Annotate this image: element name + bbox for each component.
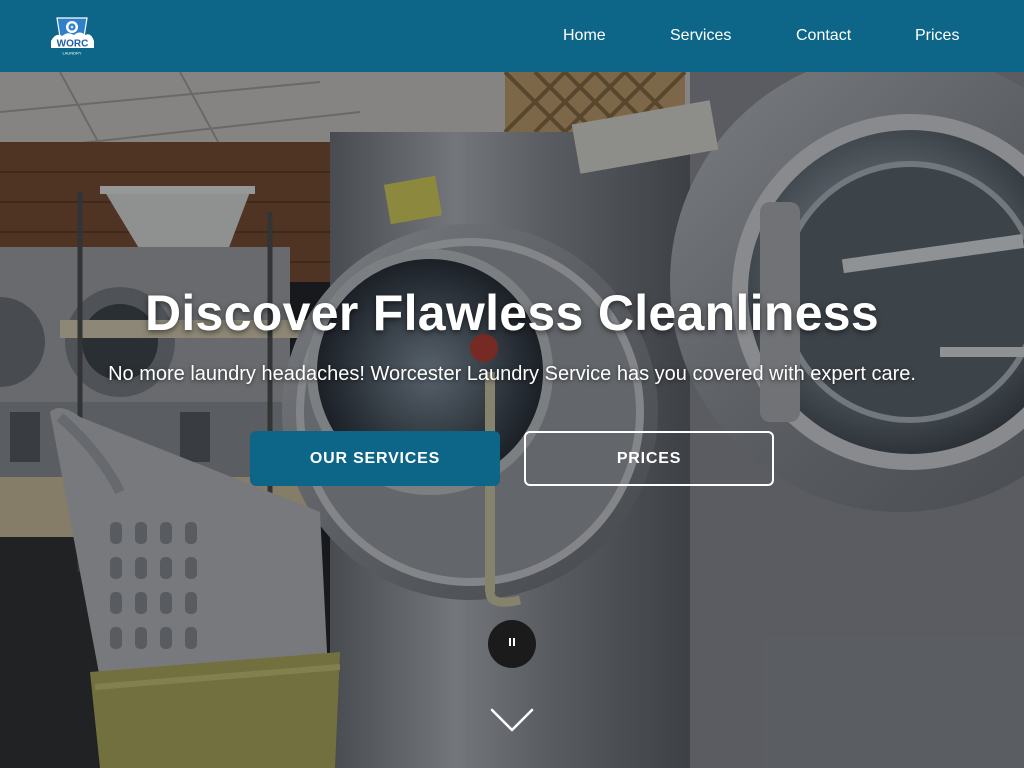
svg-text:WORC: WORC (57, 39, 89, 50)
pause-icon (509, 638, 511, 646)
svg-text:LAUNDRY: LAUNDRY (62, 51, 81, 56)
worc-laundry-logo[interactable]: WORC LAUNDRY (48, 15, 96, 57)
site-header: WORC LAUNDRY Home Services Contact Price… (0, 0, 1024, 72)
hero-headline: Discover Flawless Cleanliness (144, 285, 880, 341)
hero-section: Discover Flawless Cleanliness No more la… (0, 72, 1024, 768)
nav-prices[interactable]: Prices (915, 0, 959, 72)
our-services-button[interactable]: OUR SERVICES (250, 431, 500, 486)
prices-button[interactable]: PRICES (524, 431, 774, 486)
pause-icon-bar (513, 638, 515, 646)
chevron-down-icon[interactable] (490, 708, 534, 732)
nav-home[interactable]: Home (563, 0, 606, 72)
nav-services[interactable]: Services (670, 0, 731, 72)
pause-video-button[interactable] (488, 620, 536, 668)
hero-subheadline: No more laundry headaches! Worcester Lau… (108, 363, 916, 385)
nav-contact[interactable]: Contact (796, 0, 851, 72)
